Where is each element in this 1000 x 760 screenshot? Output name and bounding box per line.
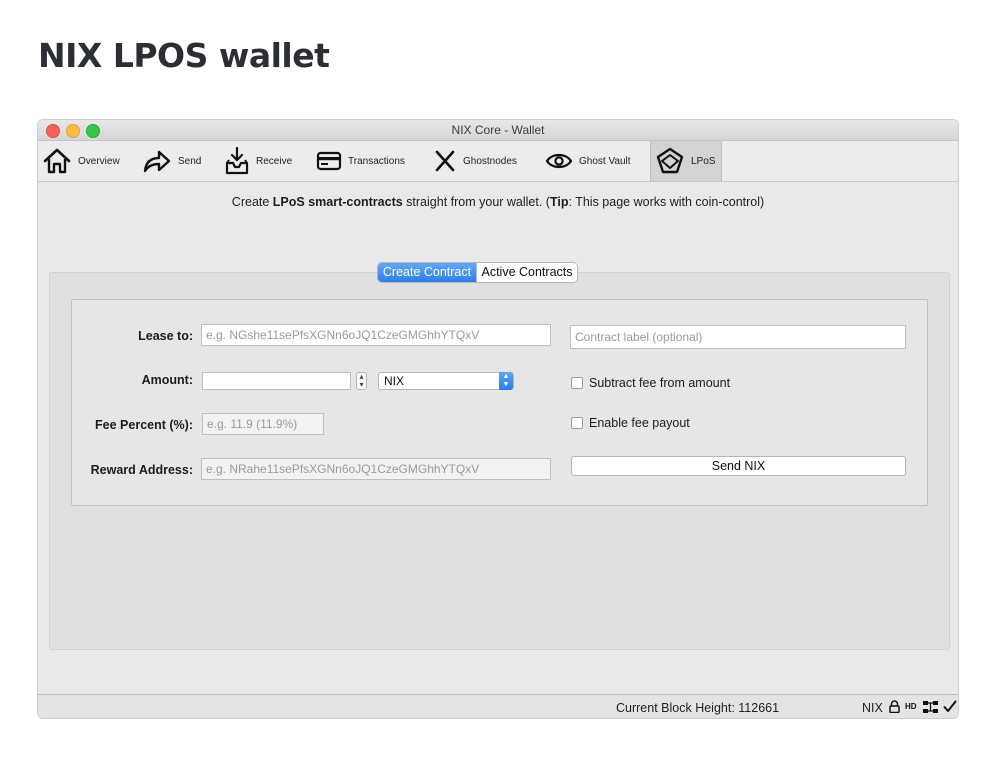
title-bar[interactable]: NIX Core - Wallet (38, 120, 958, 141)
enable-fee-payout-label[interactable]: Enable fee payout (589, 416, 690, 430)
window-title: NIX Core - Wallet (451, 123, 545, 137)
send-arrow-icon (143, 150, 171, 173)
tip-text-2: straight from your wallet. ( (402, 195, 550, 209)
toolbar-ghostnodes-button[interactable]: Ghostnodes (433, 141, 517, 181)
select-arrows-icon: ▲ ▼ (499, 372, 513, 390)
tab-create-contract[interactable]: Create Contract (378, 263, 476, 282)
toolbar-transactions-label: Transactions (348, 155, 405, 167)
tip-bold-lpos: LPoS smart-contracts (272, 195, 403, 209)
window-close-button[interactable] (46, 124, 60, 138)
toolbar-lpos-button[interactable]: LPoS (650, 141, 722, 181)
amount-stepper[interactable]: ▴ ▾ (356, 372, 367, 390)
toolbar-ghostnodes-label: Ghostnodes (463, 155, 517, 167)
toolbar-receive-button[interactable]: Receive (224, 141, 292, 181)
subtract-fee-checkbox[interactable] (571, 377, 583, 389)
contract-form: Lease to: Amount: ▴▾ NIX ▲▼ Subtract fee… (71, 299, 928, 506)
reward-address-input[interactable] (201, 458, 551, 480)
tip-text-3: : This page works with coin-control) (568, 195, 765, 209)
toolbar: Overview Send Receive Transactions Ghost… (38, 141, 958, 182)
reward-address-label: Reward Address: (90, 463, 193, 477)
toolbar-send-button[interactable]: Send (142, 141, 201, 181)
toolbar-overview-label: Overview (78, 155, 120, 167)
display-unit[interactable]: NIX (862, 701, 883, 715)
network-icon[interactable] (922, 700, 940, 714)
amount-label: Amount: (141, 373, 193, 387)
tip-text-1: Create (231, 195, 273, 209)
toolbar-send-label: Send (178, 155, 202, 167)
toolbar-overview-button[interactable]: Overview (42, 141, 120, 181)
window-zoom-button[interactable] (86, 124, 100, 138)
toolbar-transactions-button[interactable]: Transactions (316, 141, 405, 181)
tip-line: Create LPoS smart-contracts straight fro… (38, 195, 958, 209)
toolbar-ghost-vault-button[interactable]: Ghost Vault (545, 141, 631, 181)
toolbar-lpos-label: LPoS (691, 155, 716, 167)
lease-to-input[interactable] (201, 324, 551, 346)
lpos-logo-icon (656, 147, 684, 174)
toolbar-receive-label: Receive (256, 155, 293, 167)
unit-select[interactable]: NIX ▲ ▼ (378, 372, 514, 390)
toolbar-ghost-vault-label: Ghost Vault (579, 155, 631, 167)
fee-percent-label: Fee Percent (%): (95, 418, 193, 432)
ghostnodes-x-icon (435, 150, 455, 172)
receive-inbox-icon (225, 146, 249, 175)
block-height-text: Current Block Height: 112661 (616, 701, 780, 715)
contract-label-input[interactable] (570, 325, 906, 349)
fee-percent-input[interactable] (202, 413, 324, 435)
hd-wallet-icon: HD (905, 702, 917, 711)
eye-icon (545, 153, 573, 169)
amount-input[interactable] (202, 372, 351, 390)
status-bar: Current Block Height: 112661 NIX HD (38, 694, 958, 718)
transactions-card-icon (316, 151, 342, 171)
synced-check-icon (943, 700, 957, 712)
tab-active-contracts[interactable]: Active Contracts (476, 263, 577, 282)
unit-select-value: NIX (384, 374, 405, 388)
enable-fee-payout-checkbox[interactable] (571, 417, 583, 429)
subtract-fee-label[interactable]: Subtract fee from amount (589, 376, 730, 390)
contract-tabs: Create Contract Active Contracts (378, 263, 577, 282)
lease-to-label: Lease to: (138, 329, 193, 343)
page-heading: NIX LPOS wallet (38, 36, 330, 75)
tip-bold-tip: Tip (549, 195, 569, 209)
lock-icon[interactable] (889, 700, 900, 713)
home-icon (43, 148, 71, 174)
send-nix-button[interactable]: Send NIX (571, 456, 906, 476)
window-minimize-button[interactable] (66, 124, 80, 138)
wallet-window: NIX Core - Wallet Overview Send Receive (38, 120, 958, 718)
